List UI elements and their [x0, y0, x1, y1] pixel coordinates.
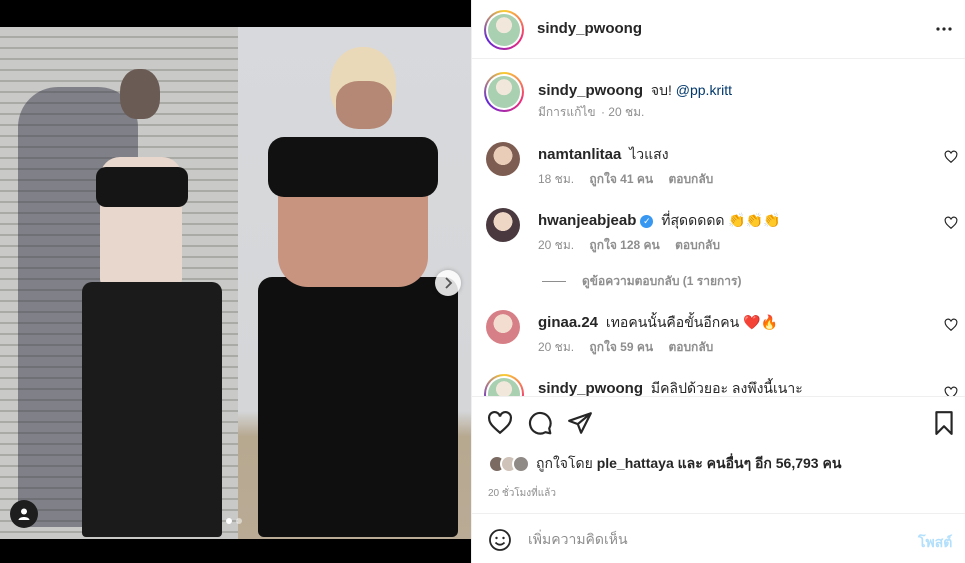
reply-button[interactable]: ตอบกลับ	[668, 340, 713, 354]
comment-text: มีคลิปด้วยอะ ลงพึงนี้เนาะ	[650, 380, 803, 396]
photo-figure-pants	[82, 282, 222, 537]
heart-icon[interactable]	[487, 410, 513, 436]
reply-button[interactable]: ตอบกลับ	[675, 238, 720, 252]
carousel-dot	[236, 518, 242, 524]
bookmark-icon[interactable]	[931, 410, 957, 436]
reply-button[interactable]: ตอบกลับ	[668, 172, 713, 186]
heart-icon[interactable]	[944, 386, 958, 396]
user-icon	[18, 508, 30, 520]
post-actions: ถูกใจโดย ple_hattaya และ คนอื่นๆ อีก 56,…	[472, 396, 965, 512]
caption-time[interactable]: · 20 ชม.	[601, 105, 644, 119]
photo-figure-top	[96, 167, 188, 207]
emoji-icon[interactable]	[488, 528, 512, 552]
post-side-panel: sindy_pwoong sindy_pwoong จบ! @pp.kritt …	[471, 0, 965, 563]
avatar[interactable]	[486, 142, 520, 176]
verified-badge-icon: ✓	[640, 215, 654, 228]
more-horizontal-icon[interactable]	[934, 19, 954, 39]
avatar[interactable]	[484, 374, 524, 396]
caption-mention[interactable]: @pp.kritt	[676, 82, 732, 98]
carousel-indicator	[226, 518, 242, 524]
likes-others[interactable]: คนอื่นๆ อีก 56,793 คน	[707, 455, 842, 471]
heart-icon[interactable]	[944, 150, 958, 164]
comment-time[interactable]: 20 ชม.	[538, 238, 574, 252]
comments-list[interactable]: sindy_pwoong จบ! @pp.kritt มีการแก้ไข · …	[472, 60, 965, 396]
heart-icon[interactable]	[944, 318, 958, 332]
chevron-right-icon	[445, 277, 453, 289]
caption-username[interactable]: sindy_pwoong	[538, 82, 643, 99]
comment-likes[interactable]: ถูกใจ 59 คน	[589, 340, 653, 354]
add-comment-bar: โพสต์	[472, 513, 965, 563]
post-timestamp[interactable]: 20 ชั่วโมงที่แล้ว	[488, 486, 556, 501]
likes-summary[interactable]: ถูกใจโดย ple_hattaya และ คนอื่นๆ อีก 56,…	[488, 453, 841, 475]
avatar[interactable]	[486, 208, 520, 242]
comment-time[interactable]: 18 ชม.	[538, 172, 574, 186]
post-header: sindy_pwoong	[472, 0, 965, 59]
comment-likes[interactable]: ถูกใจ 41 คน	[589, 172, 653, 186]
tagged-users-button[interactable]	[10, 500, 38, 528]
photo-figure-head	[120, 69, 160, 119]
comment-username[interactable]: ginaa.24	[538, 314, 598, 331]
avatar[interactable]	[484, 72, 524, 112]
view-replies-button[interactable]: ดูข้อความตอบกลับ (1 รายการ)	[542, 272, 741, 291]
comment-likes[interactable]: ถูกใจ 128 คน	[589, 238, 659, 252]
comment-time[interactable]: 20 ชม.	[538, 340, 574, 354]
comment-text: เทอคนนั้นคือขั้นอีกคน ❤️🔥	[605, 314, 778, 330]
heart-icon[interactable]	[944, 216, 958, 230]
likes-user[interactable]: ple_hattaya	[597, 455, 674, 471]
view-replies-label: ดูข้อความตอบกลับ (1 รายการ)	[582, 274, 742, 288]
avatar[interactable]	[484, 10, 524, 50]
comment-username[interactable]: hwanjeabjeab	[538, 212, 636, 229]
comment-username[interactable]: namtanlitaa	[538, 146, 621, 163]
next-photo-button[interactable]	[435, 270, 461, 296]
photo-figure-top	[268, 137, 438, 197]
avatar[interactable]	[486, 310, 520, 344]
share-icon[interactable]	[567, 410, 593, 436]
replies-divider	[542, 281, 566, 282]
post-comment-button[interactable]: โพสต์	[918, 532, 952, 554]
photo-figure-pants	[258, 277, 458, 537]
comment-icon[interactable]	[527, 410, 553, 436]
comment-username[interactable]: sindy_pwoong	[538, 380, 643, 396]
photo-figure-face	[336, 81, 392, 129]
likes-middle: และ	[677, 455, 703, 471]
photo-left-panel	[0, 27, 238, 539]
instagram-post-modal: sindy_pwoong sindy_pwoong จบ! @pp.kritt …	[0, 0, 965, 563]
comment-input[interactable]	[528, 527, 888, 551]
comment-text: ที่สุดดดดด 👏👏👏	[661, 212, 781, 228]
caption-text: จบ!	[650, 82, 672, 98]
avatar	[512, 455, 530, 473]
edited-label: มีการแก้ไข	[538, 105, 596, 119]
post-media[interactable]	[0, 0, 471, 563]
carousel-dot	[226, 518, 232, 524]
likes-prefix: ถูกใจโดย	[536, 455, 593, 471]
post-author-username[interactable]: sindy_pwoong	[537, 20, 642, 37]
comment-text: ไวแสง	[629, 146, 669, 162]
